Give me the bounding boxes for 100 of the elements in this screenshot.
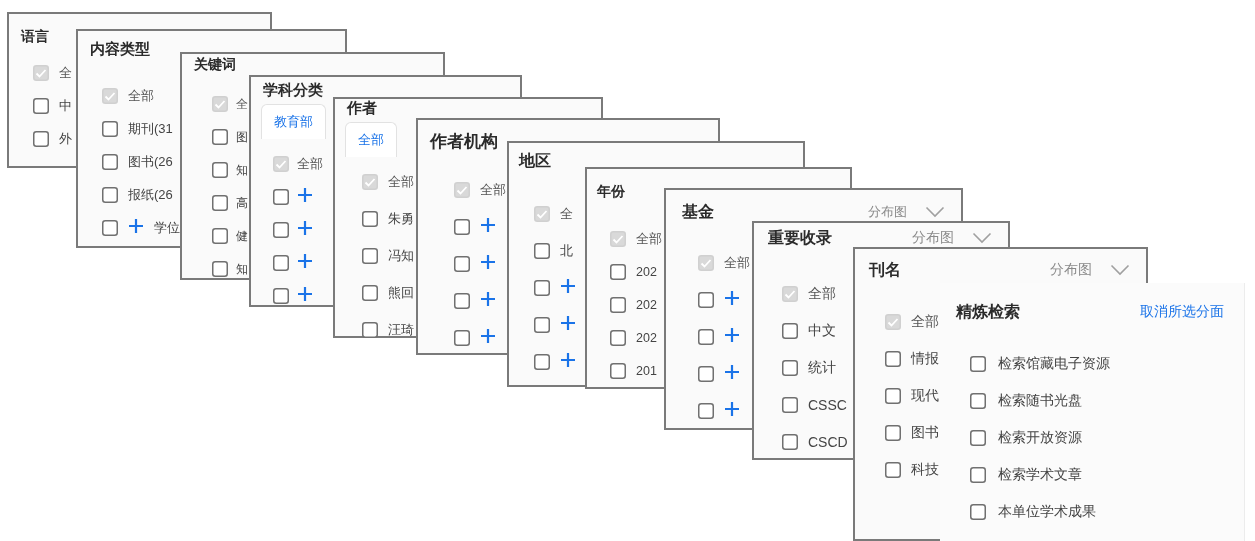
facet-option-label: 熊回 [388,284,414,302]
checkbox[interactable] [610,297,626,313]
checkbox[interactable] [970,504,986,520]
facet-option-label: 图书 [911,424,939,442]
checkbox[interactable] [610,330,626,346]
checkbox[interactable] [885,351,901,367]
distribution-chart-link[interactable]: 分布图 [868,203,907,221]
facet-option-label: 全部 [480,181,506,199]
checkbox[interactable] [362,211,378,227]
checkbox[interactable] [534,354,550,370]
facet-title: 重要收录 [768,227,832,249]
facet-option-label: 全部 [636,230,662,248]
refine-option-label: 检索随书光盘 [998,392,1082,410]
facet-option-label: 全 [59,64,72,82]
checkbox[interactable] [102,220,118,236]
checkbox[interactable] [782,434,798,450]
checkbox[interactable] [212,162,228,178]
checkbox[interactable] [454,219,470,235]
checkbox[interactable] [885,425,901,441]
checkbox[interactable] [273,189,289,205]
facet-option-label: 现代 [911,387,939,405]
checkbox[interactable] [970,467,986,483]
checkbox[interactable] [273,222,289,238]
checkbox[interactable] [610,363,626,379]
facet-option-label: 全部 [297,155,323,173]
facet-option-label: 全部 [128,87,154,105]
distribution-chart-link[interactable]: 分布图 [912,229,954,247]
checkbox[interactable] [534,317,550,333]
checkbox[interactable] [33,98,49,114]
facet-option-label: 202 [636,331,657,345]
facet-title: 年份 [597,183,625,201]
facet-option-label: 中 [59,97,72,115]
checkbox[interactable] [454,330,470,346]
checkbox[interactable] [102,187,118,203]
checkbox[interactable] [362,322,378,338]
facet-option-label: 202 [636,265,657,279]
checkbox[interactable] [102,154,118,170]
refine-option-label: 检索馆藏电子资源 [998,355,1110,373]
checkbox[interactable] [698,366,714,382]
facet-title: 作者 [347,99,377,118]
clear-facets-link[interactable]: 取消所选分面 [1140,303,1224,321]
checkbox[interactable] [610,264,626,280]
checkbox[interactable] [698,329,714,345]
facet-tab[interactable]: 教育部 [261,104,326,139]
checkbox[interactable] [362,285,378,301]
refine-title: 精炼检索 [956,301,1020,323]
checkbox[interactable] [454,293,470,309]
facet-option-label: 朱勇 [388,210,414,228]
facet-option-label: 北 [560,242,573,260]
checkbox[interactable] [885,388,901,404]
facet-option-label: 中文 [808,322,836,340]
checkbox[interactable] [534,243,550,259]
facet-option-label: 冯知 [388,247,414,265]
facet-title: 学科分类 [263,81,323,100]
checkbox[interactable] [970,430,986,446]
facet-option-label: 201 [636,364,657,378]
facet-title: 语言 [21,28,49,46]
facet-option-label: CSSC [808,397,847,413]
facet-option-label: 图书(26 [128,153,173,171]
refine-option-label: 本单位学术成果 [998,503,1096,521]
facet-option-label: 健 [236,227,248,245]
facet-title: 内容类型 [90,39,150,59]
checkbox[interactable] [698,403,714,419]
checkbox[interactable] [212,228,228,244]
checkbox[interactable] [212,195,228,211]
checkbox[interactable] [212,261,228,277]
facet-option-label: 情报 [911,350,939,368]
checkbox[interactable] [273,288,289,304]
checkbox[interactable] [698,292,714,308]
facet-option-label: 知 [236,161,248,179]
facet-option-label: 全部 [724,254,750,272]
facet-option-label: 知 [236,260,248,278]
checkbox[interactable] [212,129,228,145]
checkbox[interactable] [454,256,470,272]
checkbox[interactable] [970,356,986,372]
facet-option-label: 外 [59,130,72,148]
facet-option-label: 高 [236,194,248,212]
facet-option-label: 图 [236,128,248,146]
facet-option-label: 学位 [154,219,180,237]
checkbox[interactable] [33,131,49,147]
facet-option-label: 统计 [808,359,836,377]
checkbox[interactable] [362,248,378,264]
checkbox[interactable] [273,255,289,271]
facet-option-label: 科技 [911,461,939,479]
distribution-chart-link[interactable]: 分布图 [1050,261,1092,279]
checkbox[interactable] [534,280,550,296]
checkbox[interactable] [782,323,798,339]
checkbox[interactable] [102,121,118,137]
checkbox[interactable] [885,462,901,478]
facet-option-label: 全部 [388,173,414,191]
facet-option-label: 报纸(26 [128,186,173,204]
facet-option-label: 全部 [911,313,939,331]
facet-option-label: 202 [636,298,657,312]
checkbox[interactable] [782,397,798,413]
facet-option-label: 全 [560,205,573,223]
facet-tab[interactable]: 全部 [345,122,397,157]
checkbox[interactable] [782,360,798,376]
facet-option-label: 全部 [808,285,836,303]
facet-option-label: 汪琦 [388,321,414,339]
checkbox[interactable] [970,393,986,409]
